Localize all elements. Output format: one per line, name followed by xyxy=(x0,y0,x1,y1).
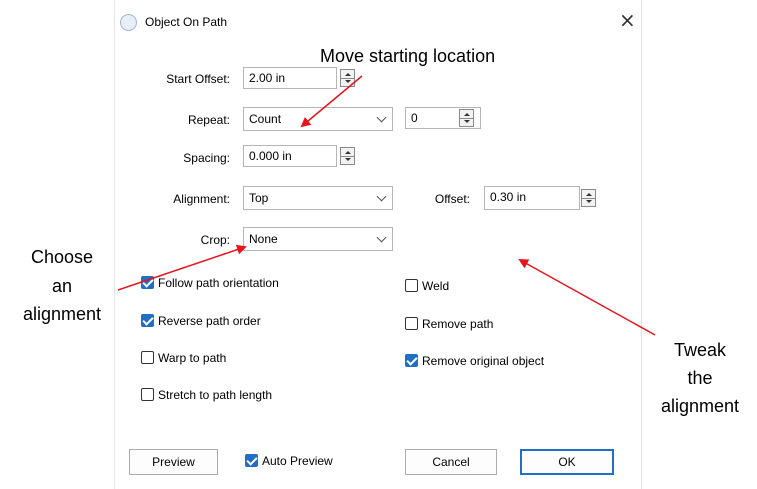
alignment-label: Alignment: xyxy=(173,192,230,206)
weld-checkbox[interactable]: Weld xyxy=(405,279,449,295)
stretch-to-path-length-checkbox[interactable]: Stretch to path length xyxy=(141,388,272,404)
dialog-title: Object On Path xyxy=(145,15,228,29)
checkbox-checked-icon xyxy=(405,354,418,368)
spacing-label: Spacing: xyxy=(183,151,230,165)
alignment-select-value: Top xyxy=(249,191,269,205)
checkbox-checked-icon xyxy=(141,314,154,328)
checkbox-checked-icon xyxy=(245,454,258,468)
crop-select[interactable]: None xyxy=(243,227,393,251)
repeat-select-value: Count xyxy=(249,112,282,126)
start-offset-label: Start Offset: xyxy=(166,72,230,86)
auto-preview-label: Auto Preview xyxy=(262,454,333,468)
annotation-move-start: Move starting location xyxy=(320,46,496,66)
start-offset-input[interactable]: 2.00 in xyxy=(243,67,337,89)
annotation-tweak-line3: alignment xyxy=(660,396,740,416)
offset-label: Offset: xyxy=(434,192,470,206)
offset-spinner[interactable] xyxy=(581,189,596,207)
repeat-count-spinner[interactable] xyxy=(459,109,474,127)
reverse-path-order-checkbox[interactable]: Reverse path order xyxy=(141,314,261,330)
reverse-path-order-label: Reverse path order xyxy=(158,314,261,328)
ok-button[interactable]: OK xyxy=(520,449,614,475)
cancel-button[interactable]: Cancel xyxy=(405,449,497,475)
remove-original-object-label: Remove original object xyxy=(422,354,545,368)
annotation-choose-line3: alignment xyxy=(22,304,102,324)
crop-select-value: None xyxy=(249,232,278,246)
checkbox-unchecked-icon xyxy=(405,279,418,293)
checkbox-unchecked-icon xyxy=(405,317,418,331)
follow-path-orientation-checkbox[interactable]: Follow path orientation xyxy=(141,276,279,292)
repeat-select[interactable]: Count xyxy=(243,107,393,131)
annotation-tweak-line2: the xyxy=(687,368,713,388)
preview-button[interactable]: Preview xyxy=(129,449,218,475)
stretch-to-path-length-label: Stretch to path length xyxy=(158,388,273,402)
warp-to-path-label: Warp to path xyxy=(158,351,227,365)
chevron-down-icon xyxy=(376,232,387,243)
object-on-path-icon xyxy=(120,14,137,31)
spacing-spinner[interactable] xyxy=(340,147,355,165)
annotation-choose-line1: Choose xyxy=(30,247,94,267)
remove-path-label: Remove path xyxy=(422,317,494,331)
chevron-down-icon xyxy=(376,112,387,123)
close-icon[interactable]: × xyxy=(619,10,636,30)
start-offset-spinner[interactable] xyxy=(340,69,355,87)
offset-input[interactable]: 0.30 in xyxy=(484,186,580,210)
remove-original-object-checkbox[interactable]: Remove original object xyxy=(405,354,544,370)
checkbox-checked-icon xyxy=(141,276,154,290)
repeat-label: Repeat: xyxy=(187,113,230,127)
remove-path-checkbox[interactable]: Remove path xyxy=(405,317,493,333)
checkbox-unchecked-icon xyxy=(141,351,154,365)
checkbox-unchecked-icon xyxy=(141,388,154,402)
annotation-choose-line2: an xyxy=(51,276,73,296)
follow-path-orientation-label: Follow path orientation xyxy=(158,276,279,290)
annotation-tweak-line1: Tweak xyxy=(673,340,727,360)
weld-label: Weld xyxy=(422,279,450,293)
crop-label: Crop: xyxy=(200,233,230,247)
spacing-input[interactable]: 0.000 in xyxy=(243,145,337,167)
warp-to-path-checkbox[interactable]: Warp to path xyxy=(141,351,226,367)
auto-preview-checkbox[interactable]: Auto Preview xyxy=(245,454,333,470)
